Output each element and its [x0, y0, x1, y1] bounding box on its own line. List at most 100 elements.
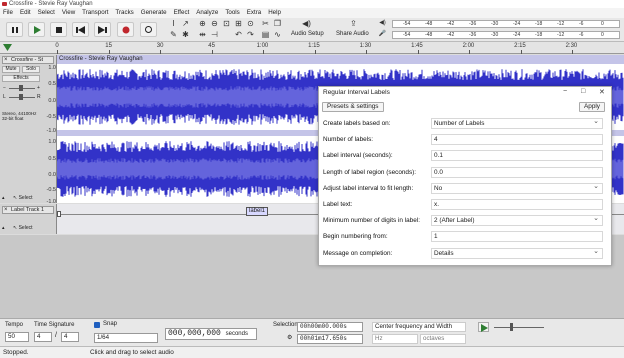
menu-item-select[interactable]: Select — [38, 8, 55, 18]
playback-speed-thumb[interactable] — [510, 323, 513, 331]
playback-meter[interactable]: -54 -48 -42 -36 -30 -24 -18 -12 -6 0 — [392, 20, 620, 28]
meter-tick-label: -18 — [535, 21, 543, 27]
cut-icon[interactable]: ✂ — [261, 19, 270, 28]
solo-button[interactable]: Solo — [22, 66, 40, 73]
menu-item-extra[interactable]: Extra — [247, 8, 261, 18]
pause-button[interactable] — [6, 22, 23, 37]
track-select-button[interactable]: ↖ Select — [13, 195, 33, 201]
field-input[interactable]: 0.0 — [431, 166, 603, 178]
audio-setup-button[interactable]: Audio Setup — [291, 31, 324, 37]
timeline-arrow-icon[interactable] — [3, 44, 12, 52]
spectral-mode-select[interactable]: Center frequency and Width — [372, 322, 466, 332]
timeline-tick — [572, 50, 573, 54]
snap-checkbox[interactable] — [94, 322, 100, 328]
menu-item-tools[interactable]: Tools — [225, 8, 239, 18]
field-select[interactable]: Number of Labels — [431, 117, 603, 129]
frequency-input[interactable]: Hz — [372, 334, 418, 344]
track-collapse-icon[interactable]: ▴ — [2, 195, 5, 201]
time-signature-label: Time Signature — [34, 322, 75, 328]
field-select[interactable]: 2 (After Label) — [431, 214, 603, 227]
field-input[interactable]: x. — [431, 199, 603, 210]
snap-select[interactable]: 1/64 — [94, 333, 158, 343]
zoom-in-icon[interactable]: ⊕ — [198, 19, 207, 28]
close-icon[interactable]: × — [4, 207, 8, 214]
selection-tool-icon[interactable]: I — [169, 19, 178, 28]
silence-icon[interactable]: ⊣ — [210, 30, 219, 39]
menu-item-help[interactable]: Help — [268, 8, 281, 18]
label-collapse-icon[interactable]: ▴ — [2, 225, 5, 231]
menu-item-transport[interactable]: Transport — [82, 8, 108, 18]
label-track-name-button[interactable]: × Label Track 1 — [2, 206, 54, 214]
share-audio-button[interactable]: Share Audio — [336, 31, 369, 37]
pan-slider-thumb[interactable] — [19, 94, 23, 100]
timeline-tick-label: 1:30 — [359, 43, 372, 49]
mute-button[interactable]: Mute — [2, 66, 20, 73]
track-info: Stereo, 44100Hz 32-bit float — [2, 111, 37, 121]
fit-project-icon[interactable]: ⊞ — [234, 19, 243, 28]
field-input[interactable]: 0.1 — [431, 150, 603, 162]
undo-icon[interactable]: ↶ — [234, 30, 243, 39]
menu-item-analyze[interactable]: Analyze — [196, 8, 218, 18]
copy-icon[interactable]: ❐ — [273, 19, 282, 28]
tempo-input[interactable]: 50 — [5, 332, 29, 342]
share-upload-icon[interactable]: ⇪ — [349, 19, 358, 28]
maximize-icon[interactable]: □ — [581, 88, 585, 95]
paste-icon[interactable]: ▤ — [261, 30, 270, 39]
draw-tool-icon[interactable]: ✎ — [169, 30, 178, 39]
meter-tick-label: -24 — [513, 21, 521, 27]
label-marker[interactable] — [57, 211, 61, 217]
selection-settings-icon[interactable]: ⚙ — [287, 334, 292, 341]
dialog-row: Begin numbering from: 1 — [321, 231, 609, 243]
menu-item-effect[interactable]: Effect — [174, 8, 190, 18]
multi-tool-icon[interactable]: ✱ — [181, 30, 190, 39]
skip-start-button[interactable] — [72, 22, 89, 37]
scale-label: -0.5 — [46, 114, 56, 120]
loop-button[interactable] — [140, 22, 157, 37]
skip-end-button[interactable] — [94, 22, 111, 37]
close-icon[interactable]: ✕ — [599, 88, 605, 96]
meter-tick-label: -48 — [425, 21, 433, 27]
envelope-tool-icon[interactable]: ↗ — [181, 19, 190, 28]
clip-title-bar[interactable]: Crossfire - Stevie Ray Vaughan — [57, 55, 624, 64]
zoom-toggle-icon[interactable]: ⊙ — [246, 19, 255, 28]
record-meter[interactable]: -54 -48 -42 -36 -30 -24 -18 -12 -6 0 — [392, 31, 620, 39]
dialog-row: Message on completion: Details — [321, 247, 609, 260]
field-input[interactable]: 4 — [431, 134, 603, 146]
menu-item-tracks[interactable]: Tracks — [115, 8, 133, 18]
minimize-icon[interactable]: − — [563, 88, 567, 95]
menu-item-view[interactable]: View — [62, 8, 75, 18]
zoom-out-icon[interactable]: ⊖ — [210, 19, 219, 28]
field-input[interactable]: 1 — [431, 231, 603, 243]
menu-item-file[interactable]: File — [3, 8, 13, 18]
playback-speed-slider[interactable] — [494, 327, 544, 328]
play-at-speed-button[interactable] — [478, 322, 489, 332]
time-display[interactable]: 000,000,000 seconds — [165, 328, 257, 340]
close-icon[interactable]: × — [4, 57, 8, 63]
selection-end[interactable]: 00h01m17.650s — [297, 334, 363, 344]
field-select[interactable]: No — [431, 182, 603, 194]
time-signature-denominator[interactable]: 4 — [61, 332, 79, 342]
timeline-ruler[interactable]: 0 15 30 45 1:00 1:15 1:30 1:45 2:00 2:15 2:30 — [0, 42, 624, 54]
apply-button[interactable]: Apply — [579, 102, 605, 112]
stop-button[interactable] — [50, 22, 67, 37]
label-box[interactable]: label1 — [246, 207, 268, 216]
play-button[interactable] — [28, 22, 45, 37]
record-button[interactable] — [117, 22, 134, 37]
menu-item-generate[interactable]: Generate — [141, 8, 167, 18]
sync-lock-icon[interactable]: ∿ — [273, 30, 282, 39]
gain-slider-thumb[interactable] — [19, 85, 23, 91]
timeline-tick-label: 2:15 — [514, 43, 526, 49]
label-select-button[interactable]: ↖ Select — [13, 225, 33, 231]
effects-button[interactable]: Effects — [2, 75, 40, 82]
redo-icon[interactable]: ↷ — [246, 30, 255, 39]
selection-start[interactable]: 00h00m00.000s — [297, 322, 363, 332]
time-signature-slash: / — [55, 332, 57, 339]
fit-selection-icon[interactable]: ⊡ — [222, 19, 231, 28]
width-input[interactable]: octaves — [420, 334, 466, 344]
field-select[interactable]: Details — [431, 247, 603, 259]
presets-settings-button[interactable]: Presets & settings — [322, 102, 384, 112]
trim-outside-icon[interactable]: ⇹ — [198, 30, 207, 39]
speaker-icon[interactable]: ◀) — [302, 19, 311, 28]
menu-item-edit[interactable]: Edit — [20, 8, 31, 18]
time-signature-numerator[interactable]: 4 — [34, 332, 52, 342]
